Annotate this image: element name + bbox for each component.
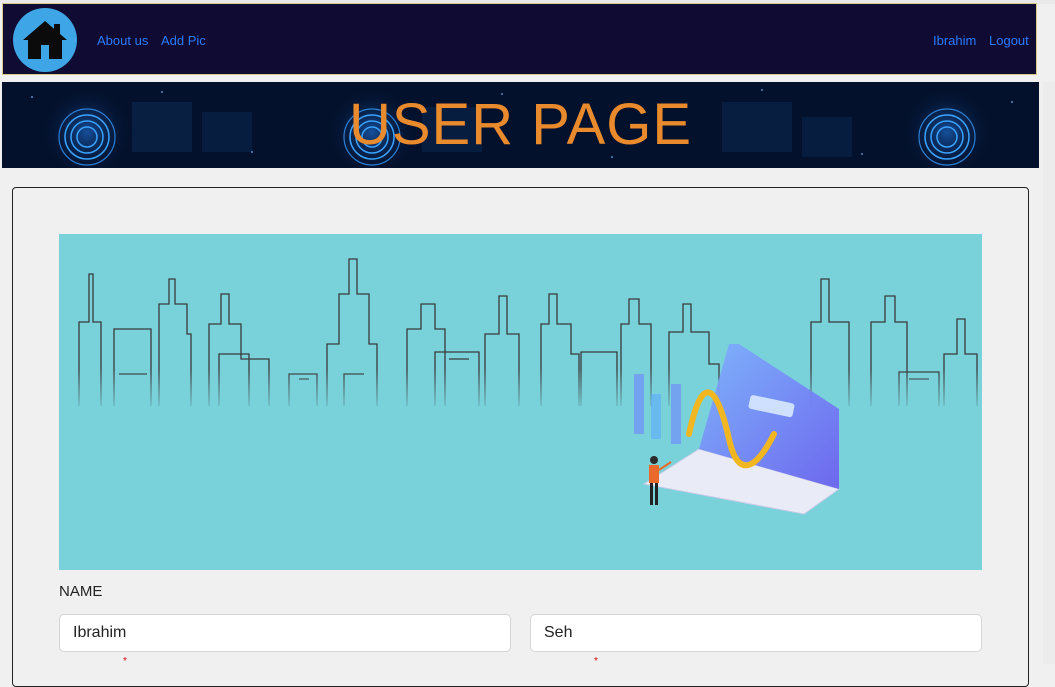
nav-user-link[interactable]: Ibrahim [933, 33, 976, 48]
house-icon [23, 21, 67, 59]
last-name-input[interactable]: Seh [530, 614, 982, 652]
nav-about-us-link[interactable]: About us [97, 33, 148, 48]
banner-title: USER PAGE [348, 92, 693, 157]
page-banner: USER PAGE [2, 82, 1039, 168]
navbar: About us Add Pic Ibrahim Logout [2, 3, 1037, 75]
page-scrollbar[interactable] [1043, 82, 1055, 664]
city-laptop-illustration [59, 258, 982, 515]
nav-logout-link[interactable]: Logout [989, 33, 1029, 48]
name-label: NAME [59, 583, 103, 600]
first-name-input[interactable]: Ibrahim [59, 614, 511, 652]
hero-image [59, 234, 982, 570]
required-marker: * [594, 656, 598, 667]
required-marker: * [123, 656, 127, 667]
nav-add-pic-link[interactable]: Add Pic [161, 33, 206, 48]
home-button[interactable] [13, 8, 77, 72]
